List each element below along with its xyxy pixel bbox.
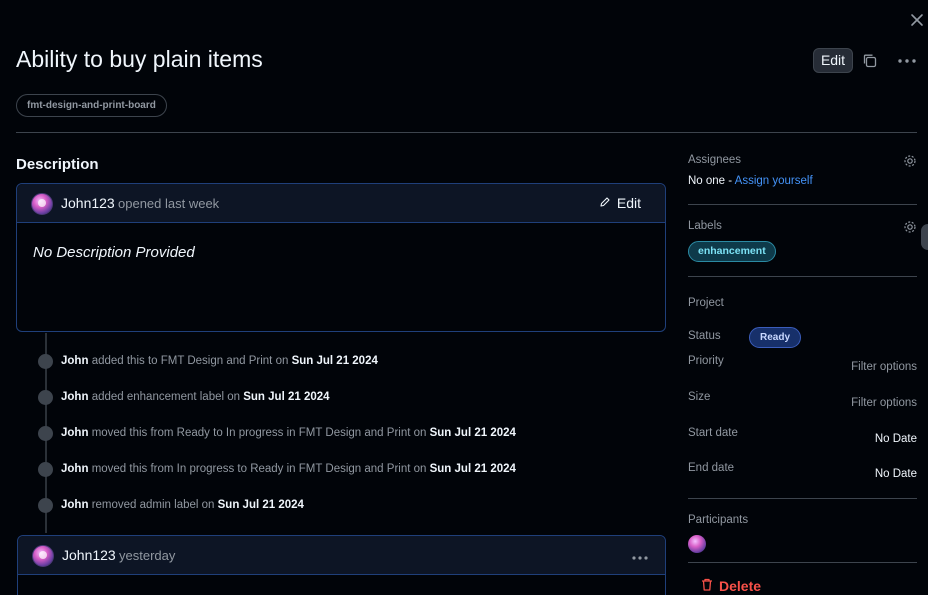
no-one-text: No one - — [688, 175, 733, 187]
timeline-dot — [38, 425, 53, 441]
event-user[interactable]: John — [61, 499, 88, 511]
event-action: added enhancement label on — [91, 391, 241, 403]
status-label: Status — [688, 330, 721, 342]
description-card: John123 opened last week Edit No Descrip… — [16, 183, 666, 332]
event-action: removed admin label on — [91, 499, 215, 511]
avatar[interactable] — [31, 193, 53, 215]
copy-icon[interactable] — [861, 52, 879, 70]
gear-icon[interactable] — [903, 154, 917, 168]
more-options-icon[interactable] — [896, 52, 918, 70]
issue-title: Ability to buy plain items — [16, 46, 263, 72]
close-icon[interactable] — [908, 12, 926, 30]
timeline-dot — [38, 389, 53, 405]
status-badge[interactable]: Ready — [749, 327, 802, 348]
timeline-event: John added enhancement label on Sun Jul … — [38, 389, 330, 405]
timeline-dot — [38, 353, 53, 369]
sidebar-divider — [688, 498, 917, 499]
edit-label: Edit — [616, 195, 641, 211]
comment-card: John123 yesterday — [17, 535, 666, 595]
edit-title-button[interactable]: Edit — [813, 48, 853, 73]
trash-icon — [701, 578, 713, 594]
event-user[interactable]: John — [61, 463, 88, 475]
sidebar-divider — [688, 276, 917, 277]
start-date-value[interactable]: No Date — [875, 433, 917, 445]
opened-time: opened last week — [118, 196, 220, 211]
timeline-dot — [38, 497, 53, 513]
event-action: moved this from Ready to In progress in … — [91, 427, 427, 439]
timeline-event: John added this to FMT Design and Print … — [38, 353, 378, 369]
avatar[interactable] — [32, 545, 54, 567]
timeline-dot — [38, 461, 53, 477]
assign-yourself-link[interactable]: Assign yourself — [735, 175, 813, 187]
event-user[interactable]: John — [61, 427, 88, 439]
participants-label: Participants — [688, 514, 749, 526]
delete-button[interactable]: Delete — [701, 578, 761, 594]
description-body: No Description Provided — [33, 244, 195, 261]
comment-time: yesterday — [119, 548, 176, 563]
timeline-event: John removed admin label on Sun Jul 21 2… — [38, 497, 304, 513]
sidebar-divider — [688, 562, 917, 563]
sidebar-divider — [688, 204, 917, 205]
event-action: moved this from In progress to Ready in … — [91, 463, 427, 475]
repo-tag[interactable]: fmt-design-and-print-board — [16, 94, 167, 117]
event-date: Sun Jul 21 2024 — [429, 463, 516, 475]
end-date-label: End date — [688, 462, 735, 474]
more-options-icon[interactable] — [631, 550, 649, 560]
assignees-value: No one - Assign yourself — [688, 175, 813, 187]
size-label: Size — [688, 391, 711, 403]
assignees-label: Assignees — [688, 154, 742, 166]
event-action: added this to FMT Design and Print on — [91, 355, 289, 367]
priority-select[interactable]: Filter options — [851, 361, 917, 373]
timeline-event: John moved this from Ready to In progres… — [38, 425, 516, 441]
comment-card-header: John123 yesterday — [18, 536, 665, 575]
label-enhancement[interactable]: enhancement — [688, 241, 776, 262]
participant-avatar[interactable] — [688, 535, 706, 553]
priority-label: Priority — [688, 355, 724, 367]
delete-label: Delete — [719, 578, 762, 594]
event-date: Sun Jul 21 2024 — [217, 499, 304, 511]
gear-icon[interactable] — [903, 220, 917, 234]
header-divider — [16, 132, 917, 133]
description-card-header: John123 opened last week Edit — [17, 184, 665, 223]
project-label: Project — [688, 297, 724, 309]
edit-description-button[interactable]: Edit — [599, 195, 641, 211]
scrollbar-handle[interactable] — [921, 224, 928, 250]
end-date-value[interactable]: No Date — [875, 468, 917, 480]
event-user[interactable]: John — [61, 355, 88, 367]
event-date: Sun Jul 21 2024 — [243, 391, 330, 403]
description-heading: Description — [16, 156, 99, 173]
event-date: Sun Jul 21 2024 — [429, 427, 516, 439]
size-select[interactable]: Filter options — [851, 397, 917, 409]
event-user[interactable]: John — [61, 391, 88, 403]
author-name[interactable]: John123 — [61, 195, 115, 211]
timeline-event: John moved this from In progress to Read… — [38, 461, 516, 477]
author-name[interactable]: John123 — [62, 547, 116, 563]
start-date-label: Start date — [688, 427, 738, 439]
pencil-icon — [599, 195, 611, 211]
labels-label: Labels — [688, 220, 722, 232]
event-date: Sun Jul 21 2024 — [291, 355, 378, 367]
